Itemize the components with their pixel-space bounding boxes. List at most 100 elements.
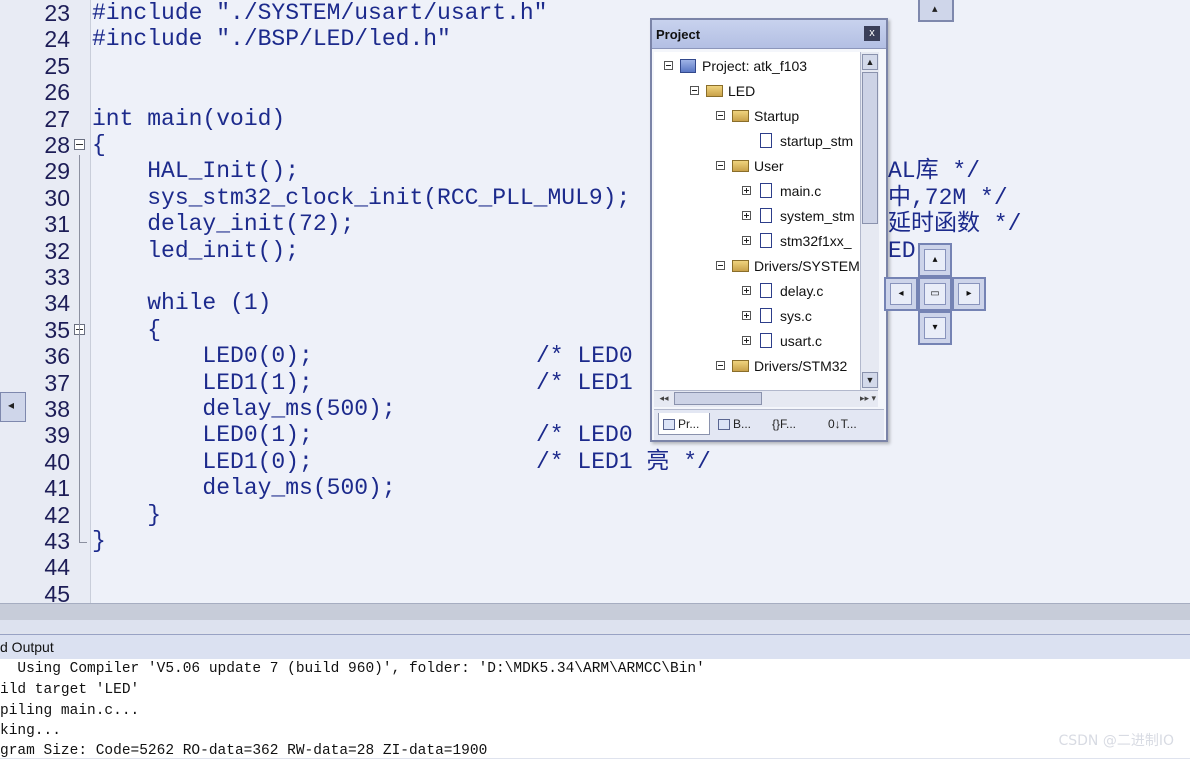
file-icon — [760, 183, 772, 198]
line-number: 33 — [44, 264, 70, 290]
dock-top-arrow-icon[interactable]: ▴ — [918, 0, 954, 22]
code-line[interactable]: 42 } — [0, 502, 1190, 528]
collapse-icon[interactable] — [716, 111, 725, 120]
code-text: sys_stm32_clock_init(RCC_PLL_MUL9); — [92, 184, 631, 211]
dock-compass-left[interactable]: ◂ — [884, 277, 918, 311]
editor-horizontal-scrollbar[interactable] — [0, 603, 1190, 621]
code-line[interactable]: 33 — [0, 264, 1190, 290]
tree-vertical-scrollbar[interactable]: ▲ ▼ — [860, 52, 879, 390]
expand-icon[interactable] — [742, 286, 751, 295]
code-text: #include "./BSP/LED/led.h" — [92, 26, 451, 53]
code-line[interactable]: 44 — [0, 554, 1190, 580]
collapse-icon[interactable] — [664, 61, 673, 70]
collapse-icon[interactable] — [690, 86, 699, 95]
dock-compass-top[interactable]: ▴ — [918, 243, 952, 277]
tab-books[interactable]: B... — [714, 413, 764, 435]
code-comment: AL库 */ — [888, 158, 981, 185]
dock-bottom-icon: ▾ — [924, 317, 946, 339]
scroll-down-icon[interactable]: ▼ — [862, 372, 878, 388]
expand-icon[interactable] — [742, 211, 751, 220]
dock-compass-right[interactable]: ▸ — [952, 277, 986, 311]
scroll-thumb[interactable] — [674, 392, 762, 405]
watermark: CSDN @二进制IO — [1058, 733, 1174, 749]
code-line[interactable]: 24 #include "./BSP/LED/led.h" — [0, 26, 1190, 52]
code-comment: /* LED0 — [536, 343, 633, 370]
expand-icon[interactable] — [742, 186, 751, 195]
tab-functions[interactable]: {}F... — [768, 413, 822, 435]
line-number: 43 — [44, 528, 70, 554]
expand-icon[interactable] — [742, 236, 751, 245]
code-line[interactable]: 41 delay_ms(500); — [0, 475, 1190, 501]
line-number: 27 — [44, 105, 70, 132]
collapse-icon[interactable] — [716, 261, 725, 270]
code-line[interactable]: 37 LED1(1);/* LED1 — [0, 370, 1190, 396]
tree-item-label: delay.c — [780, 283, 824, 299]
code-comment: /* LED1 亮 */ — [536, 448, 711, 475]
scroll-right-icon[interactable]: ▸▸ ▾ — [846, 392, 876, 405]
collapse-icon[interactable] — [716, 161, 725, 170]
dock-compass-bottom[interactable]: ▾ — [918, 311, 952, 345]
project-tab-icon — [663, 419, 675, 431]
line-number: 39 — [44, 422, 70, 449]
pane-splitter[interactable] — [0, 620, 1190, 632]
tab-project[interactable]: Pr... — [658, 413, 710, 435]
expand-icon[interactable] — [742, 336, 751, 345]
tree-horizontal-scrollbar[interactable]: ◂◂ ▸▸ ▾ — [654, 390, 878, 407]
code-line[interactable]: 29 HAL_Init(); AL库 */ — [0, 158, 1190, 184]
code-line[interactable]: 27 int main(void) — [0, 106, 1190, 132]
output-line: Using Compiler 'V5.06 update 7 (build 96… — [0, 661, 705, 677]
file-icon — [760, 133, 772, 148]
code-text: led_init(); — [92, 237, 300, 264]
tab-templates[interactable]: 0↓T... — [824, 413, 880, 435]
line-number: 23 — [44, 0, 70, 26]
fold-collapse-icon[interactable] — [74, 139, 85, 150]
code-line[interactable]: 45 — [0, 581, 1190, 603]
code-comment: 中,72M */ — [888, 184, 1008, 211]
line-number: 40 — [44, 448, 70, 475]
code-line[interactable]: 28 { — [0, 132, 1190, 158]
build-output-panel[interactable]: Using Compiler 'V5.06 update 7 (build 96… — [0, 659, 1190, 759]
code-line[interactable]: 30 sys_stm32_clock_init(RCC_PLL_MUL9); 中,… — [0, 185, 1190, 211]
tree-item-label: Drivers/STM32 — [754, 358, 848, 374]
code-line[interactable]: 32 led_init(); ED — [0, 238, 1190, 264]
line-number: 29 — [44, 158, 70, 185]
file-icon — [760, 208, 772, 223]
close-icon[interactable]: x — [864, 26, 880, 41]
scroll-thumb[interactable] — [862, 72, 878, 224]
code-text: LED0(1); — [92, 422, 313, 449]
project-titlebar[interactable]: Project x — [652, 20, 886, 49]
code-line[interactable]: 34 while (1) — [0, 290, 1190, 316]
collapse-icon[interactable] — [716, 361, 725, 370]
dock-left-arrow-icon[interactable]: ◂ — [0, 392, 26, 422]
project-window[interactable]: Project x Project: atk_f103 LED Startup … — [650, 18, 888, 442]
line-number: 41 — [44, 475, 70, 502]
code-line[interactable]: 25 — [0, 53, 1190, 79]
code-line[interactable]: 40 LED1(0); /* LED1 亮 */ — [0, 449, 1190, 475]
folder-icon — [732, 360, 749, 372]
project-tabs[interactable]: Pr... B... {}F... 0↓T... — [654, 409, 884, 440]
scroll-up-icon[interactable]: ▲ — [862, 54, 878, 70]
code-line[interactable]: 31 delay_init(72); 延时函数 */ — [0, 211, 1190, 237]
code-line[interactable]: 39 LED0(1); /* LED0 — [0, 422, 1190, 448]
code-line[interactable]: 23 #include "./SYSTEM/usart/usart.h" — [0, 0, 1190, 26]
folder-icon — [732, 160, 749, 172]
code-text: LED1(1); — [92, 369, 313, 396]
code-line[interactable]: 36 LED0(0); /* LED0 — [0, 343, 1190, 369]
code-text: int main(void) — [92, 105, 286, 132]
folder-icon — [732, 110, 749, 122]
code-line[interactable]: 43} — [0, 528, 1190, 554]
dock-compass-center[interactable]: ▭ — [918, 277, 952, 311]
expand-icon[interactable] — [742, 311, 751, 320]
line-number: 42 — [44, 501, 70, 528]
project-tree[interactable]: Project: atk_f103 LED Startup startup_st… — [654, 52, 860, 390]
tree-item-label: startup_stm — [780, 133, 854, 149]
code-comment: 延时函数 */ — [888, 211, 1022, 238]
code-text: { — [92, 316, 162, 343]
code-line[interactable]: 26 — [0, 79, 1190, 105]
tree-item-label: sys.c — [780, 308, 812, 324]
code-line[interactable]: 35 { — [0, 317, 1190, 343]
code-comment: ED — [888, 237, 916, 264]
scroll-left-icon[interactable]: ◂◂ — [656, 392, 672, 405]
code-editor[interactable]: 23 #include "./SYSTEM/usart/usart.h" 24 #in… — [0, 0, 1190, 603]
code-line[interactable]: 38 delay_ms(500); — [0, 396, 1190, 422]
